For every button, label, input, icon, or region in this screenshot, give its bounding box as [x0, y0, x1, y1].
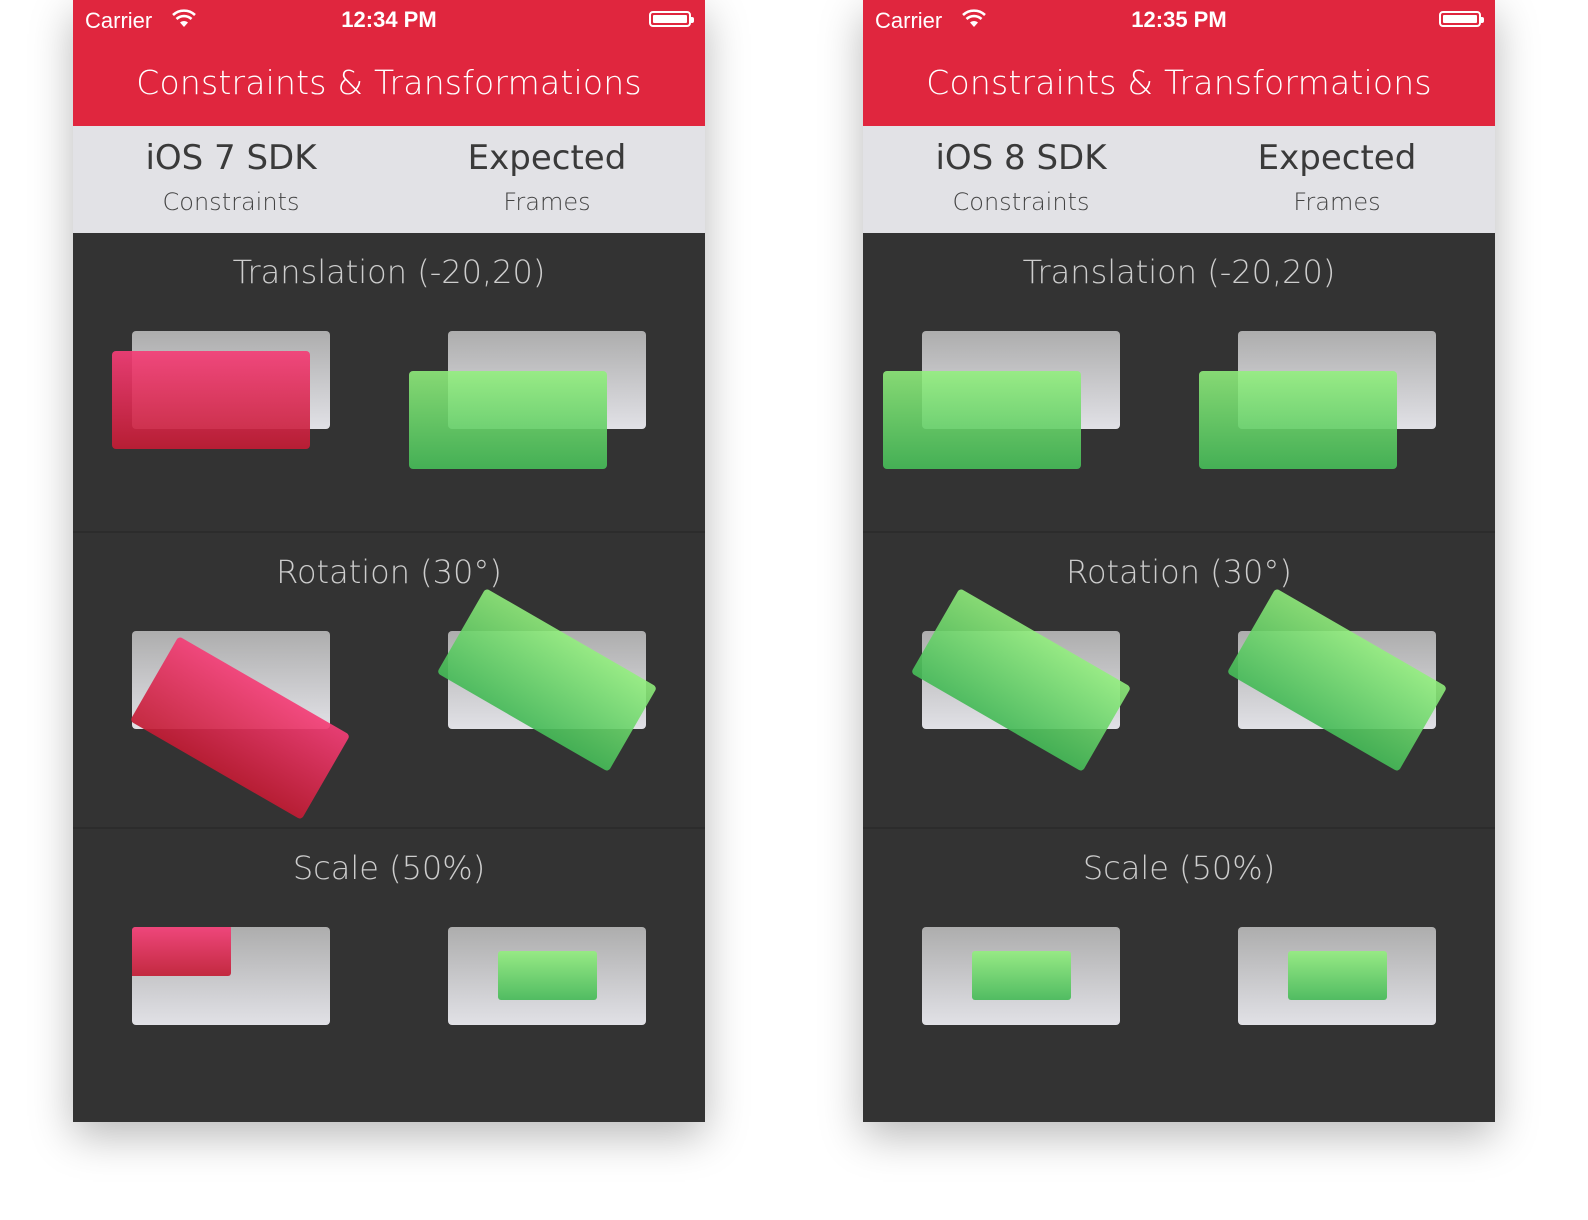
translated-view-expected — [409, 371, 607, 469]
section-translation: Translation (-20,20) — [863, 233, 1495, 529]
translated-view-incorrect — [112, 351, 310, 449]
scaled-view-expected — [972, 951, 1071, 1000]
rotated-view-expected — [910, 588, 1132, 772]
clock: 12:35 PM — [1131, 7, 1227, 32]
section-title: Rotation (30°) — [276, 553, 502, 591]
clock: 12:34 PM — [341, 7, 437, 32]
column-constraints: iOS 7 SDK Constraints — [73, 126, 389, 233]
phone-ios7: Carrier 12:34 PM Constraints & Transform… — [73, 0, 705, 1122]
section-title: Scale (50%) — [292, 849, 486, 887]
section-scale: Scale (50%) — [863, 827, 1495, 1125]
column-header: iOS 7 SDK Constraints Expected Frames — [73, 126, 705, 233]
column-constraints: iOS 8 SDK Constraints — [863, 126, 1179, 233]
section-rotation: Rotation (30°) — [73, 531, 705, 829]
column-frames: Expected Frames — [1179, 126, 1495, 233]
section-title: Translation (-20,20) — [1022, 253, 1336, 291]
scaled-view-expected — [498, 951, 597, 1000]
nav-title: Constraints & Transformations — [863, 40, 1495, 126]
section-translation: Translation (-20,20) — [73, 233, 705, 529]
column-subheading: Constraints — [952, 188, 1090, 216]
status-bar: Carrier 12:35 PM — [863, 0, 1495, 40]
battery-full-icon — [1439, 11, 1484, 27]
column-subheading: Frames — [1293, 188, 1381, 216]
section-title: Rotation (30°) — [1066, 553, 1292, 591]
status-bar: Carrier 12:34 PM — [73, 0, 705, 40]
phone-ios8: Carrier 12:35 PM Constraints & Transform… — [863, 0, 1495, 1122]
translated-view-expected — [883, 371, 1081, 469]
rotated-view-expected — [436, 588, 658, 772]
rotated-view-expected — [1226, 588, 1448, 772]
translated-view-expected — [1199, 371, 1397, 469]
column-subheading: Constraints — [162, 188, 300, 216]
column-heading: iOS 7 SDK — [145, 138, 317, 178]
column-header: iOS 8 SDK Constraints Expected Frames — [863, 126, 1495, 233]
battery-full-icon — [649, 11, 694, 27]
scaled-view-expected — [1288, 951, 1387, 1000]
column-heading: Expected — [467, 138, 627, 178]
column-heading: Expected — [1257, 138, 1417, 178]
column-frames: Expected Frames — [389, 126, 705, 233]
section-scale: Scale (50%) — [73, 827, 705, 1125]
column-heading: iOS 8 SDK — [935, 138, 1107, 178]
column-subheading: Frames — [503, 188, 591, 216]
section-title: Scale (50%) — [1082, 849, 1276, 887]
scaled-view-incorrect — [132, 927, 231, 976]
section-rotation: Rotation (30°) — [863, 531, 1495, 829]
section-title: Translation (-20,20) — [232, 253, 546, 291]
nav-title: Constraints & Transformations — [73, 40, 705, 126]
